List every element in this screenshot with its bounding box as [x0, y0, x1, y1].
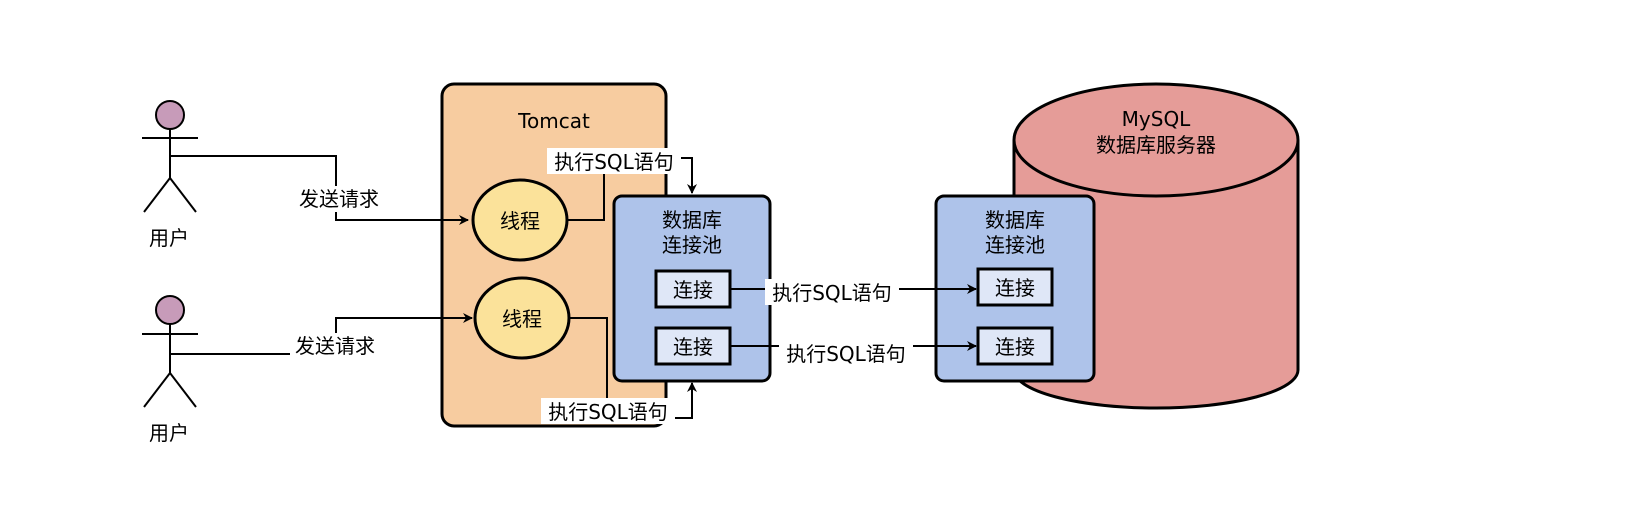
- architecture-diagram: MySQL 数据库服务器 Tomcat 用户 用户 发送请求 发送请求 线程 线…: [0, 0, 1640, 516]
- connection-1: 连接: [976, 267, 1054, 307]
- edge-label-send-request-1: 发送请求: [299, 187, 379, 211]
- mysql-subtitle: 数据库服务器: [1096, 133, 1216, 157]
- pool-subtitle: 连接池: [662, 233, 722, 257]
- user-icon: [142, 295, 198, 408]
- diagram-canvas: MySQL 数据库服务器 Tomcat 用户 用户 发送请求 发送请求 线程 线…: [142, 82, 1300, 445]
- thread-2: 线程: [473, 276, 571, 360]
- user-actor-2: 用户: [142, 295, 198, 445]
- connection-1: 连接: [654, 269, 732, 309]
- edge-label-exec-sql-2: 执行SQL语句: [548, 400, 668, 424]
- edge-label-exec-sql-3: 执行SQL语句: [772, 281, 892, 305]
- pool-subtitle: 连接池: [985, 233, 1045, 257]
- user-actor-1: 用户: [142, 100, 198, 250]
- edge-label-exec-sql-1: 执行SQL语句: [554, 150, 674, 174]
- pool-title: 数据库: [662, 208, 722, 232]
- pool-title: 数据库: [985, 208, 1045, 232]
- edge-label-exec-sql-4: 执行SQL语句: [786, 342, 906, 366]
- user-label: 用户: [149, 421, 189, 445]
- thread-1: 线程: [471, 178, 569, 262]
- edge-label-send-request-2: 发送请求: [295, 334, 375, 358]
- connection-2: 连接: [654, 326, 732, 366]
- connection-label: 连接: [995, 276, 1035, 300]
- tomcat-title: Tomcat: [517, 109, 590, 133]
- thread-label: 线程: [502, 307, 542, 331]
- thread-label: 线程: [500, 209, 540, 233]
- connection-label: 连接: [995, 335, 1035, 359]
- connection-2: 连接: [976, 326, 1054, 366]
- user-label: 用户: [149, 226, 189, 250]
- mysql-title: MySQL: [1122, 107, 1192, 131]
- connection-label: 连接: [673, 335, 713, 359]
- connection-label: 连接: [673, 278, 713, 302]
